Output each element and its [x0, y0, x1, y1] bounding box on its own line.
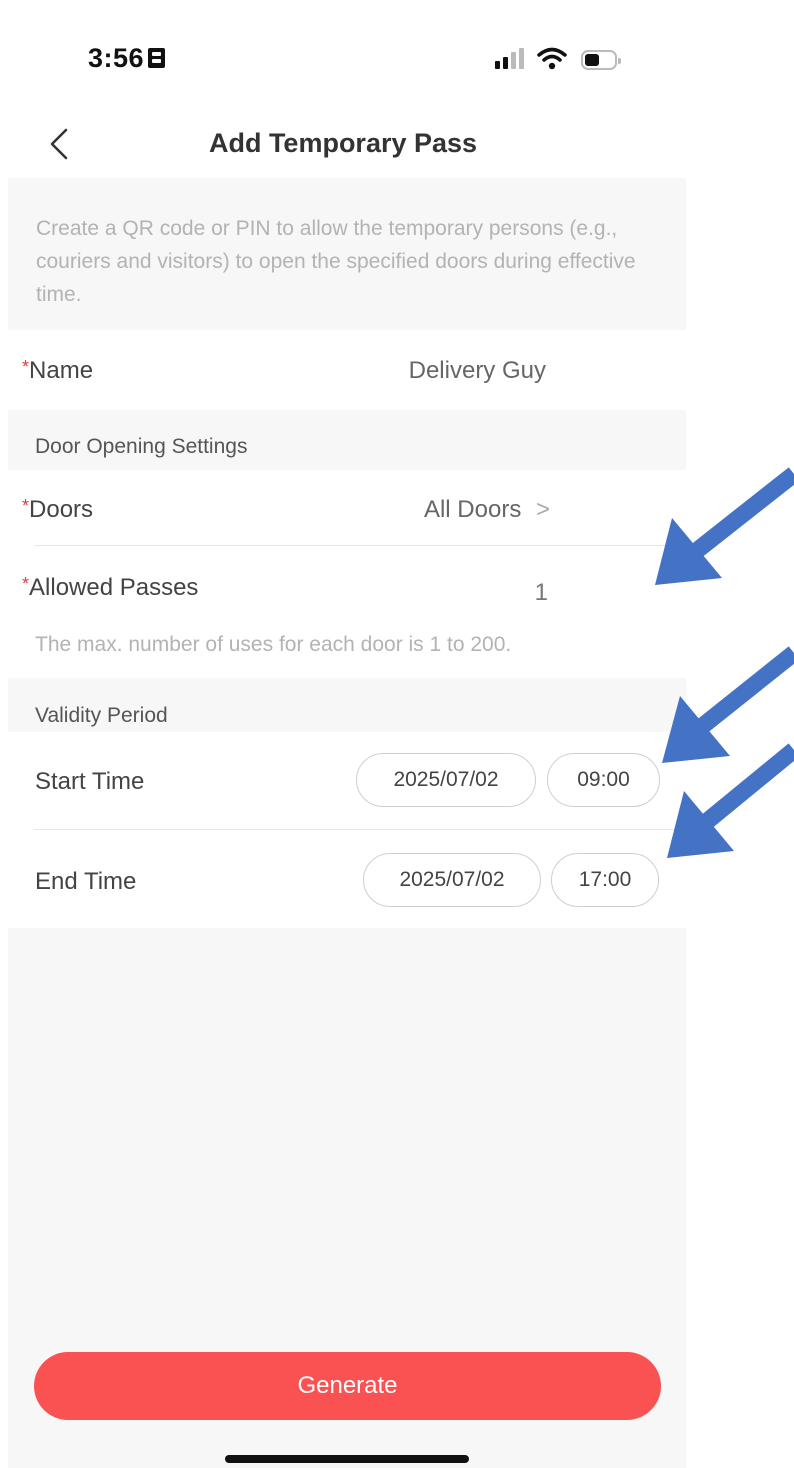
annotation-arrow-icon	[655, 467, 794, 585]
annotation-arrow-icon	[662, 646, 794, 763]
annotation-arrows	[655, 467, 794, 858]
annotation-arrow-icon	[667, 743, 794, 858]
